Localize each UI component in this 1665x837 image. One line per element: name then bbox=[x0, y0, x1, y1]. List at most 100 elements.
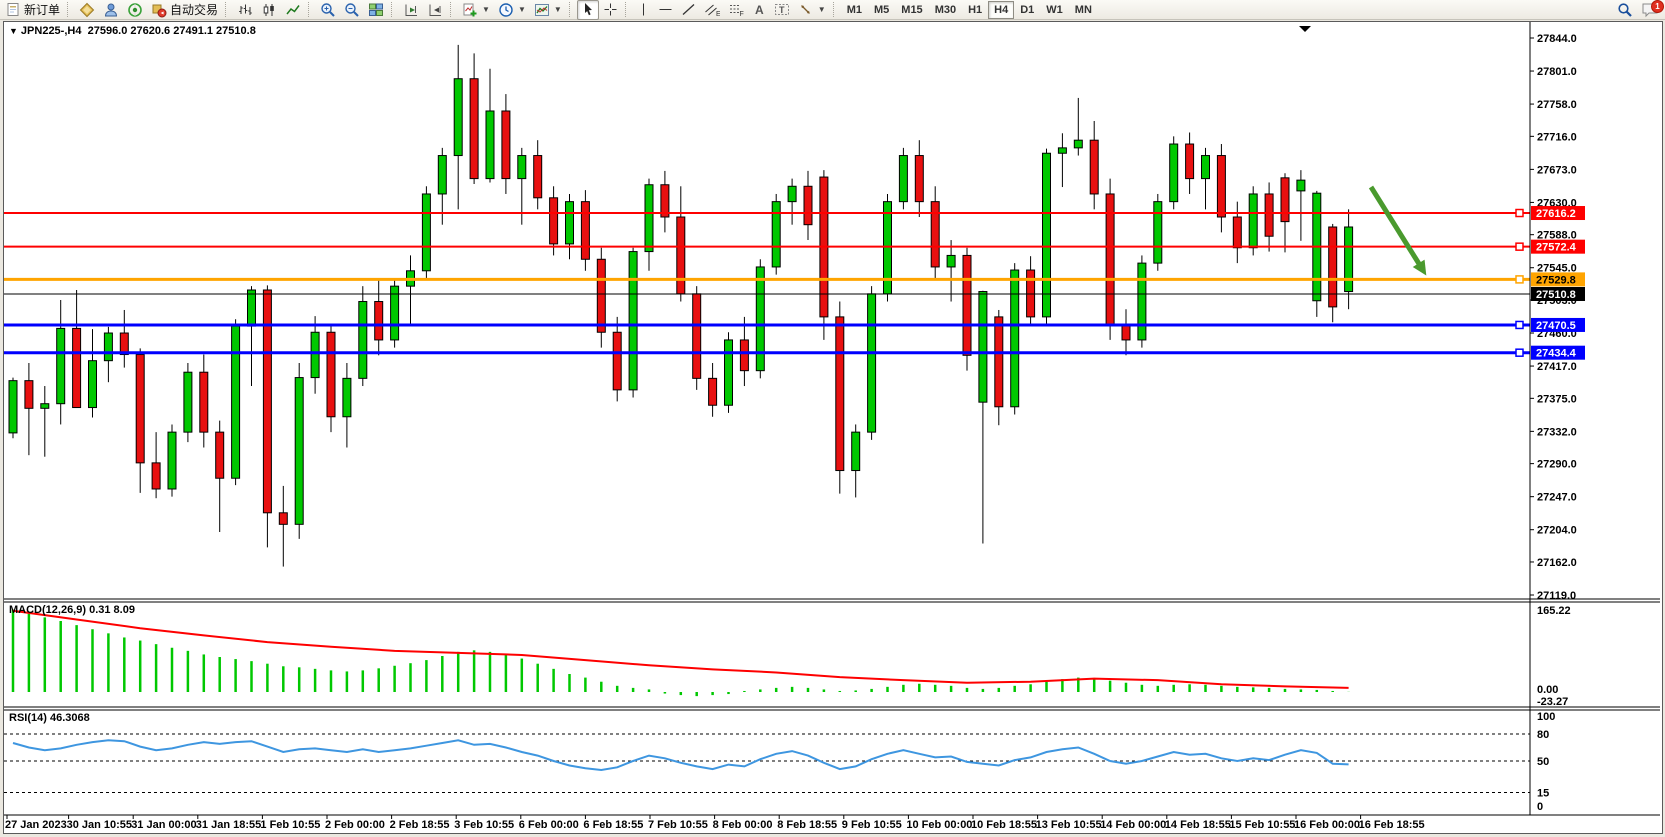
svg-text:27470.5: 27470.5 bbox=[1536, 320, 1576, 332]
zoom-in-button[interactable] bbox=[316, 0, 340, 20]
svg-text:T: T bbox=[779, 5, 785, 15]
timeframe-W1[interactable]: W1 bbox=[1040, 1, 1069, 19]
macd-axis-min: -23.27 bbox=[1537, 696, 1568, 708]
time-axis-label: 31 Jan 00:00 bbox=[131, 819, 196, 831]
bar-chart-icon bbox=[237, 2, 253, 18]
text-label-tool-button[interactable]: T bbox=[770, 0, 794, 20]
toolbar-separator bbox=[833, 2, 838, 17]
arrows-tool-button[interactable]: ▼ bbox=[794, 0, 830, 20]
cursor-tool-button[interactable] bbox=[577, 0, 599, 20]
auto-scroll-icon bbox=[427, 2, 443, 18]
arrows-icon bbox=[798, 2, 814, 17]
line-chart-button[interactable] bbox=[281, 0, 305, 20]
templates-button[interactable]: ▼ bbox=[530, 0, 566, 20]
time-axis-label: 3 Feb 10:55 bbox=[454, 819, 514, 831]
time-axis-label: 1 Feb 10:55 bbox=[260, 819, 320, 831]
price-tick-label: 27247.0 bbox=[1537, 492, 1577, 504]
chevron-down-icon: ▼ bbox=[482, 5, 490, 14]
horizontal-line-tool-button[interactable] bbox=[654, 0, 677, 20]
svg-text:27616.2: 27616.2 bbox=[1536, 208, 1576, 220]
trendline-icon bbox=[681, 2, 696, 17]
timeframe-D1[interactable]: D1 bbox=[1014, 1, 1040, 19]
timeframe-MN[interactable]: MN bbox=[1069, 1, 1098, 19]
time-axis[interactable]: 27 Jan 202330 Jan 10:5531 Jan 00:0031 Ja… bbox=[4, 815, 1660, 831]
auto-scroll-button[interactable] bbox=[423, 0, 447, 20]
zoom-out-button[interactable] bbox=[340, 0, 364, 20]
price-tick-label: 27417.0 bbox=[1537, 361, 1577, 373]
price-axis[interactable]: 27844.027801.027758.027716.027673.027630… bbox=[4, 22, 1660, 815]
rsi-line bbox=[13, 740, 1349, 770]
toolbar-separator bbox=[450, 2, 455, 17]
main-price-pane[interactable] bbox=[4, 26, 1530, 567]
rsi-axis-label: 15 bbox=[1537, 788, 1549, 800]
market-watch-icon bbox=[79, 2, 95, 18]
macd-pane[interactable]: 165.220.00-23.27 bbox=[13, 605, 1571, 708]
timeframe-M5[interactable]: M5 bbox=[868, 1, 895, 19]
templates-icon bbox=[534, 2, 550, 18]
candle-chart-button[interactable] bbox=[257, 0, 281, 20]
market-watch-button[interactable] bbox=[75, 0, 99, 20]
notification-badge: 1 bbox=[1651, 0, 1664, 13]
chat-button[interactable]: 1 bbox=[1641, 1, 1663, 19]
macd-axis-zero: 0.00 bbox=[1537, 684, 1558, 696]
new-order-button[interactable]: 新订单 bbox=[2, 0, 64, 20]
trend-arrow-annotation[interactable] bbox=[1371, 187, 1426, 275]
chart-canvas[interactable]: 165.220.00-23.27100805015027844.027801.0… bbox=[4, 22, 1660, 831]
text-tool-button[interactable]: A bbox=[748, 0, 770, 20]
toolbar-separator bbox=[308, 2, 313, 17]
timeframe-M30[interactable]: M30 bbox=[929, 1, 962, 19]
time-axis-label: 10 Feb 00:00 bbox=[906, 819, 972, 831]
time-axis-label: 7 Feb 10:55 bbox=[648, 819, 708, 831]
zoom-in-icon bbox=[320, 2, 336, 18]
timeframe-M15[interactable]: M15 bbox=[895, 1, 928, 19]
new-order-label: 新订单 bbox=[24, 1, 60, 18]
time-axis-label: 31 Jan 18:55 bbox=[196, 819, 261, 831]
timeframe-H4[interactable]: H4 bbox=[988, 1, 1014, 19]
crosshair-tool-button[interactable] bbox=[599, 0, 622, 20]
time-axis-label: 6 Feb 18:55 bbox=[583, 819, 643, 831]
chart-shift-button[interactable] bbox=[399, 0, 423, 20]
price-tick-label: 27375.0 bbox=[1537, 393, 1577, 405]
svg-text:27572.4: 27572.4 bbox=[1536, 242, 1577, 254]
chart-dropdown-marker[interactable]: ▼ bbox=[9, 26, 18, 36]
price-tick-label: 27673.0 bbox=[1537, 164, 1577, 176]
main-toolbar: 新订单 自动交易 bbox=[0, 0, 1665, 20]
channel-tool-button[interactable]: E bbox=[700, 0, 724, 20]
time-axis-label: 10 Feb 18:55 bbox=[971, 819, 1037, 831]
chart-ohlc-values: 27596.0 27620.6 27491.1 27510.8 bbox=[88, 25, 256, 37]
auto-trading-button[interactable]: 自动交易 bbox=[147, 0, 222, 20]
svg-text:A: A bbox=[755, 3, 764, 17]
toolbar-separator bbox=[569, 2, 574, 17]
time-axis-label: 8 Feb 18:55 bbox=[777, 819, 837, 831]
time-axis-label: 30 Jan 10:55 bbox=[67, 819, 132, 831]
text-label-icon: T bbox=[774, 2, 790, 17]
candles bbox=[9, 45, 1353, 567]
trendline-tool-button[interactable] bbox=[677, 0, 700, 20]
bar-chart-button[interactable] bbox=[233, 0, 257, 20]
toolbar-separator bbox=[67, 2, 72, 17]
time-axis-label: 2 Feb 18:55 bbox=[390, 819, 450, 831]
vertical-line-tool-button[interactable] bbox=[633, 0, 654, 20]
chevron-down-icon: ▼ bbox=[554, 5, 562, 14]
tile-windows-button[interactable] bbox=[364, 0, 388, 20]
chevron-down-icon: ▼ bbox=[818, 5, 826, 14]
accounts-button[interactable] bbox=[99, 0, 123, 20]
timeframe-M1[interactable]: M1 bbox=[841, 1, 868, 19]
search-button[interactable] bbox=[1613, 0, 1637, 20]
time-axis-label: 14 Feb 18:55 bbox=[1165, 819, 1231, 831]
periods-button[interactable]: ▼ bbox=[494, 0, 530, 20]
auto-trading-icon bbox=[151, 2, 167, 18]
timeframe-bar: M1M5M15M30H1H4D1W1MN bbox=[841, 1, 1098, 19]
fibonacci-tool-button[interactable]: F bbox=[724, 0, 748, 20]
rsi-pane[interactable]: 1008050150 bbox=[4, 711, 1555, 813]
toolbar-separator bbox=[625, 2, 630, 17]
accounts-icon bbox=[103, 2, 119, 18]
signals-icon bbox=[127, 2, 143, 18]
rsi-axis-label: 80 bbox=[1537, 729, 1549, 741]
line-chart-icon bbox=[285, 2, 301, 18]
signals-button[interactable] bbox=[123, 0, 147, 20]
timeframe-H1[interactable]: H1 bbox=[962, 1, 988, 19]
chart-symbol-period: JPN225-,H4 bbox=[21, 25, 82, 37]
new-chart-button[interactable]: ▼ bbox=[458, 0, 494, 20]
scroll-position-marker bbox=[1299, 26, 1311, 32]
